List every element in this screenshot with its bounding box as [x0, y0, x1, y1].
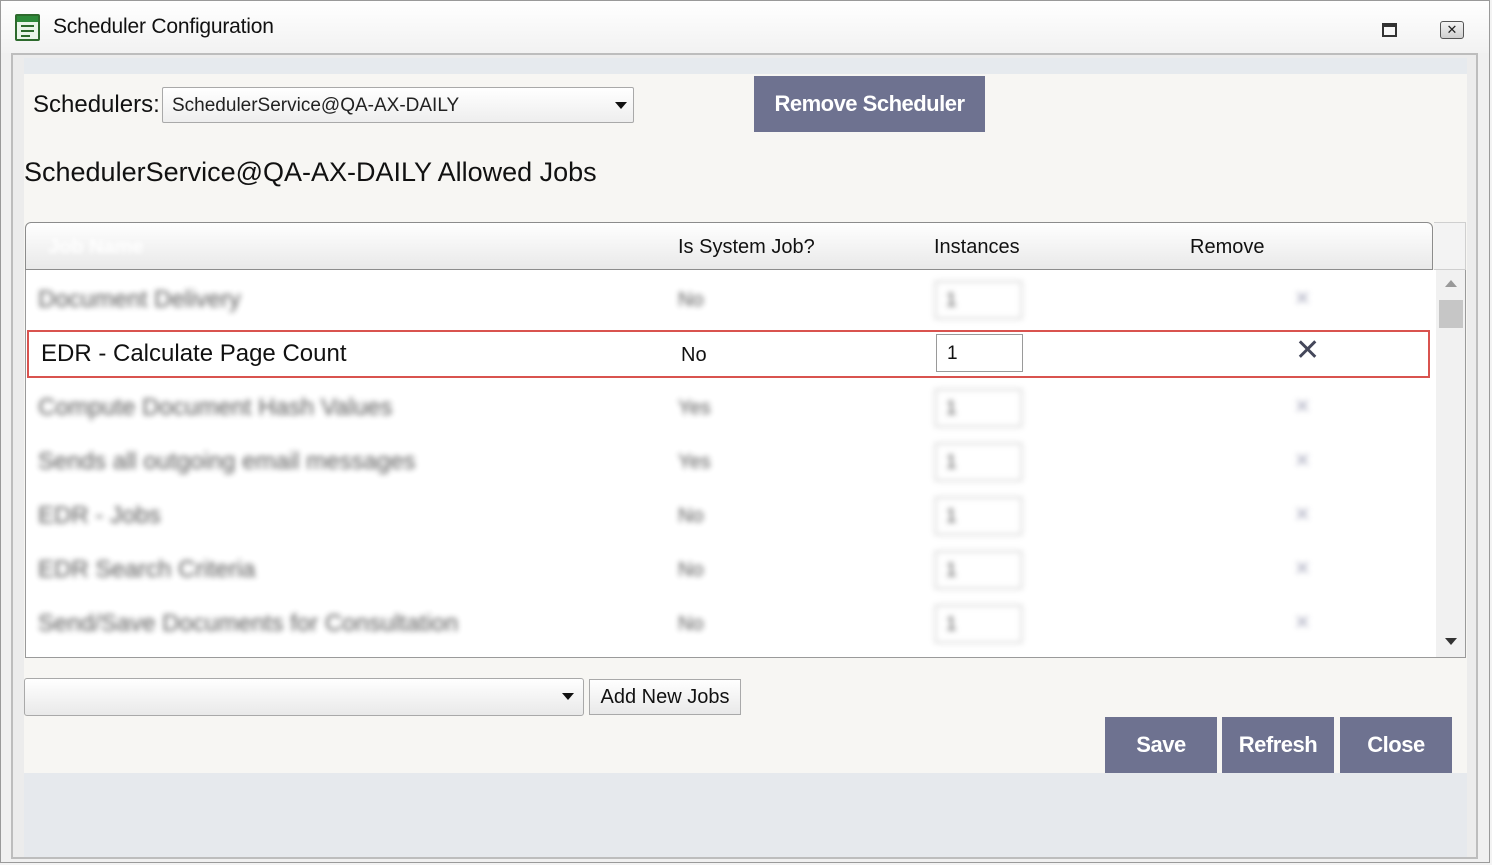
scheduler-configuration-window: Scheduler Configuration ✕ Schedulers: Sc… [0, 0, 1490, 863]
system-job-cell: No [678, 613, 704, 635]
column-job-name[interactable]: Job Name [48, 236, 144, 259]
job-name-cell: Compute Document Hash Values [38, 394, 393, 421]
system-job-cell: Yes [678, 397, 711, 419]
remove-job-icon[interactable]: ✕ [1294, 500, 1311, 530]
bottom-area [24, 773, 1467, 857]
remove-job-icon[interactable]: ✕ [1294, 284, 1311, 314]
system-job-cell: No [678, 505, 704, 527]
system-job-cell: Yes [678, 451, 711, 473]
remove-job-icon[interactable]: ✕ [1294, 446, 1311, 476]
system-job-cell: No [678, 289, 704, 311]
jobs-grid-body: Document Delivery No 1 ✕ EDR - Calculate… [25, 270, 1466, 658]
jobs-grid-header: Job Name Is System Job? Instances Remove [25, 222, 1433, 270]
new-job-dropdown[interactable] [24, 678, 584, 716]
instances-input[interactable]: 1 [935, 281, 1022, 319]
scheduler-panel: Schedulers: SchedulerService@QA-AX-DAILY… [24, 74, 1467, 773]
table-row[interactable]: Send/Save Documents for Consultation No … [26, 596, 1436, 650]
instances-input[interactable]: 1 [935, 389, 1022, 427]
remove-job-icon[interactable]: ✕ [1294, 392, 1311, 422]
window-title: Scheduler Configuration [53, 15, 274, 38]
job-name-cell: Document Delivery [38, 286, 241, 313]
remove-job-icon[interactable]: ✕ [1294, 608, 1311, 638]
table-row[interactable]: EDR - Jobs No 1 ✕ [26, 488, 1436, 542]
job-name-cell: EDR - Calculate Page Count [41, 340, 347, 367]
instances-input[interactable]: 1 [935, 605, 1022, 643]
save-button[interactable]: Save [1105, 717, 1217, 773]
vertical-scrollbar[interactable] [1436, 270, 1465, 657]
scheduler-dropdown[interactable]: SchedulerService@QA-AX-DAILY [162, 87, 634, 123]
column-remove[interactable]: Remove [1190, 236, 1264, 259]
instances-input[interactable]: 1 [935, 497, 1022, 535]
column-instances[interactable]: Instances [934, 236, 1020, 259]
instances-input[interactable]: 1 [935, 443, 1022, 481]
job-name-cell: Send/Save Documents for Consultation [38, 610, 459, 637]
grid-header-tail [1434, 222, 1466, 270]
allowed-jobs-heading: SchedulerService@QA-AX-DAILY Allowed Job… [24, 157, 597, 187]
remove-job-icon[interactable]: ✕ [1294, 554, 1311, 584]
instances-input[interactable]: 1 [936, 334, 1023, 372]
scroll-thumb[interactable] [1439, 300, 1463, 328]
add-new-jobs-button[interactable]: Add New Jobs [589, 679, 741, 715]
scheduler-dropdown-value: SchedulerService@QA-AX-DAILY [172, 95, 460, 116]
table-row[interactable]: Compute Document Hash Values Yes 1 ✕ [26, 380, 1436, 434]
table-row[interactable]: EDR Search Criteria No 1 ✕ [26, 542, 1436, 596]
maximize-icon[interactable] [1382, 23, 1397, 37]
scroll-down-arrow-icon[interactable] [1445, 638, 1457, 645]
chevron-down-icon [562, 693, 574, 700]
remove-job-icon[interactable]: ✕ [1295, 336, 1320, 366]
top-strip [24, 58, 1467, 74]
schedulers-label: Schedulers: [33, 91, 160, 118]
instances-input[interactable]: 1 [935, 551, 1022, 589]
job-name-cell: Sends all outgoing email messages [38, 448, 416, 475]
chevron-down-icon [615, 102, 627, 109]
system-job-cell: No [681, 344, 707, 366]
job-name-cell: EDR - Jobs [38, 502, 161, 529]
table-row[interactable]: EDR - Calculate Page Count No 1 ✕ [27, 330, 1430, 378]
scroll-up-arrow-icon[interactable] [1445, 280, 1457, 287]
dialog-content: Schedulers: SchedulerService@QA-AX-DAILY… [11, 53, 1478, 859]
close-icon[interactable]: ✕ [1440, 21, 1464, 39]
table-row[interactable]: Document Delivery No 1 ✕ [26, 272, 1436, 326]
refresh-button[interactable]: Refresh [1222, 717, 1334, 773]
table-row[interactable]: Sends all outgoing email messages Yes 1 … [26, 434, 1436, 488]
remove-scheduler-button[interactable]: Remove Scheduler [754, 76, 985, 132]
column-is-system-job[interactable]: Is System Job? [678, 236, 815, 259]
system-job-cell: No [678, 559, 704, 581]
scheduler-app-icon [15, 14, 40, 41]
close-button[interactable]: Close [1340, 717, 1452, 773]
job-name-cell: EDR Search Criteria [38, 556, 256, 583]
title-bar[interactable]: Scheduler Configuration ✕ [1, 1, 1489, 53]
